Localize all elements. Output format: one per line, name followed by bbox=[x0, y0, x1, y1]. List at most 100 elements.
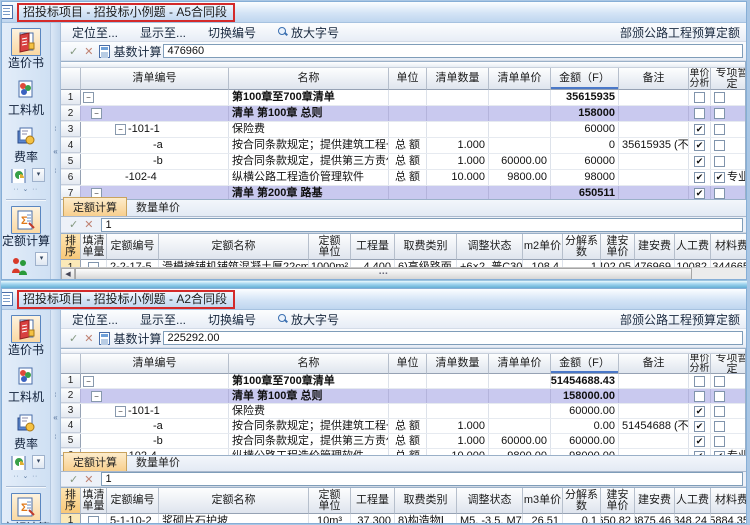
scroll-track[interactable]: ▪▪▪ bbox=[75, 268, 746, 279]
quota-column-header-8[interactable]: m3单价 bbox=[523, 488, 563, 514]
price-analysis-checkbox[interactable] bbox=[694, 390, 705, 402]
sidebar-item-quota-calc[interactable]: Σ 定额计算 bbox=[2, 206, 50, 248]
confirm-icon[interactable]: ✓ bbox=[61, 45, 82, 58]
base-calc-input[interactable]: 476960 bbox=[163, 44, 743, 58]
cancel-icon[interactable]: ✕ bbox=[82, 218, 99, 231]
sidebar-item-造价书[interactable]: 造价书 bbox=[8, 315, 44, 357]
column-header-code[interactable]: 清单编号 bbox=[81, 354, 229, 374]
price-analysis-checkbox[interactable]: ✔ bbox=[694, 405, 705, 417]
collapse-splitter[interactable]: ⁞ « ⁞ bbox=[51, 310, 61, 523]
column-header-analysis[interactable]: 单价 分析 bbox=[689, 354, 711, 374]
quota-column-header-8[interactable]: m2单价 bbox=[523, 234, 563, 260]
column-header-special[interactable]: 专项暂定 bbox=[711, 354, 745, 374]
tree-collapse-icon[interactable]: − bbox=[91, 108, 102, 119]
table-row[interactable]: 6 -102-4 纵横公路工程造价管理软件总 额10.0009800.0098000… bbox=[61, 170, 745, 186]
quota-column-header-7[interactable]: 调整状态 bbox=[457, 488, 523, 514]
show-to-button[interactable]: 显示至... bbox=[129, 24, 197, 41]
column-header-amount[interactable]: 金额（F） bbox=[551, 354, 619, 374]
column-header-unit[interactable]: 单位 bbox=[389, 68, 427, 90]
special-checkbox[interactable] bbox=[714, 420, 725, 432]
tree-collapse-icon[interactable]: − bbox=[91, 390, 102, 402]
tab-quota-calc[interactable]: 定额计算 bbox=[63, 197, 127, 216]
column-header-note[interactable]: 备注 bbox=[619, 68, 689, 90]
confirm-icon[interactable]: ✓ bbox=[61, 332, 82, 345]
scroll-more-icon[interactable]: ∙∙ ⌄ ∙∙ bbox=[14, 186, 39, 193]
column-header-qty[interactable]: 清单数量 bbox=[427, 68, 489, 90]
quota-column-header-1[interactable]: 填清 单量 bbox=[81, 234, 107, 260]
sidebar-item-造价书[interactable]: 造价书 bbox=[8, 28, 44, 70]
horizontal-scrollbar[interactable]: ◀ ▪▪▪ bbox=[61, 267, 746, 279]
switch-number-button[interactable]: 切换编号 bbox=[197, 24, 267, 41]
scroll-more-icon[interactable]: ∙∙ ⌄ ∙∙ bbox=[14, 473, 39, 480]
sidebar-item-people[interactable]: ▾ bbox=[4, 252, 48, 279]
sidebar-item-费率[interactable]: 费率 bbox=[11, 122, 41, 164]
sidebar-item-quota-calc[interactable]: Σ 定额计算 bbox=[2, 493, 50, 523]
sidebar-item-费率[interactable]: 费率 bbox=[11, 409, 41, 451]
special-checkbox[interactable] bbox=[714, 92, 725, 103]
fill-qty-checkbox[interactable] bbox=[88, 515, 99, 523]
locate-button[interactable]: 定位至... bbox=[61, 311, 129, 328]
special-checkbox[interactable] bbox=[714, 124, 725, 135]
tab-qty-price[interactable]: 数量单价 bbox=[127, 453, 189, 471]
quota-column-header-4[interactable]: 定额 单位 bbox=[309, 488, 351, 514]
table-row[interactable]: 3− -101-1 保险费 60000.00 ✔ bbox=[61, 404, 745, 419]
special-checkbox[interactable] bbox=[714, 188, 725, 199]
sidebar-item-工料机[interactable]: 工料机 bbox=[8, 362, 44, 404]
table-row[interactable]: 5-b按合同条款规定，提供第三方责任险总 额1.00060000.0060000… bbox=[61, 154, 745, 170]
price-analysis-checkbox[interactable]: ✔ bbox=[694, 188, 705, 199]
base-calc-input[interactable]: 225292.00 bbox=[163, 331, 743, 345]
locate-button[interactable]: 定位至... bbox=[61, 24, 129, 41]
dropdown-icon[interactable]: ▾ bbox=[35, 252, 48, 266]
price-analysis-checkbox[interactable]: ✔ bbox=[694, 124, 705, 135]
window-splitter[interactable] bbox=[1, 280, 747, 288]
quota-column-header-9[interactable]: 分解系数 bbox=[563, 234, 601, 260]
quota-column-header-4[interactable]: 定额 单位 bbox=[309, 234, 351, 260]
quota-column-header-6[interactable]: 取费类别 bbox=[395, 488, 457, 514]
column-header-analysis[interactable]: 单价 分析 bbox=[689, 68, 711, 90]
scroll-thumb[interactable]: ▪▪▪ bbox=[75, 268, 693, 279]
confirm-icon[interactable]: ✓ bbox=[61, 473, 82, 486]
quota-column-header-12[interactable]: 人工费 bbox=[675, 488, 711, 514]
column-header-note[interactable]: 备注 bbox=[619, 354, 689, 374]
table-row[interactable]: 2− 清单 第100章 总则 158000.00 bbox=[61, 389, 745, 404]
scroll-left-icon[interactable]: ◀ bbox=[61, 268, 75, 279]
column-header-name[interactable]: 名称 bbox=[229, 354, 389, 374]
price-analysis-checkbox[interactable] bbox=[694, 108, 705, 119]
zoom-font-button[interactable]: 放大字号 bbox=[267, 24, 350, 41]
quota-row[interactable]: 1 5-1-10-2 浆砌片石护坡 10m³ 37.300 8)构造物Ⅰ M5, -3.5,… bbox=[61, 514, 746, 523]
column-header-qty[interactable]: 清单数量 bbox=[427, 354, 489, 374]
table-row[interactable]: 4 -a 按合同条款规定；提供建筑工程一切总 额1.000 035615935 (不含… bbox=[61, 138, 745, 154]
confirm-icon[interactable]: ✓ bbox=[61, 218, 82, 231]
tab-qty-price[interactable]: 数量单价 bbox=[127, 198, 189, 216]
detail-edit-input[interactable]: 1 bbox=[101, 217, 743, 232]
table-row[interactable]: 5-b按合同条款规定，提供第三方责任险总 额1.00060000.0060000… bbox=[61, 434, 745, 449]
titlebar-a5[interactable]: 招投标项目 - 招投标小例题 - A5合同段 bbox=[2, 2, 746, 23]
quota-row[interactable]: 1 2-2-17-5 滑模摊铺机铺筑混凝土厚22cm 1000m² 4.400 6)高级路… bbox=[61, 260, 746, 267]
tree-collapse-icon[interactable]: − bbox=[115, 124, 126, 135]
collapse-splitter[interactable]: ⁞ « ⁞ bbox=[51, 23, 61, 279]
tab-quota-calc[interactable]: 定额计算 bbox=[63, 452, 127, 471]
detail-edit-input[interactable]: 1 bbox=[101, 472, 743, 486]
special-checkbox[interactable] bbox=[714, 435, 725, 447]
special-checkbox[interactable] bbox=[714, 375, 725, 387]
quota-column-header-2[interactable]: 定额编号 bbox=[107, 488, 159, 514]
special-checkbox[interactable]: ✔ bbox=[714, 172, 725, 183]
zoom-font-button[interactable]: 放大字号 bbox=[267, 311, 350, 328]
price-analysis-checkbox[interactable] bbox=[694, 92, 705, 103]
special-checkbox[interactable] bbox=[714, 390, 725, 402]
quota-column-header-3[interactable]: 定额名称 bbox=[159, 488, 309, 514]
quota-column-header-12[interactable]: 人工费 bbox=[675, 234, 711, 260]
switch-number-button[interactable]: 切换编号 bbox=[197, 311, 267, 328]
column-header-special[interactable]: 专项暂定 bbox=[711, 68, 745, 90]
titlebar-a2[interactable]: 招投标项目 - 招投标小例题 - A2合同段 bbox=[2, 289, 746, 310]
table-row[interactable]: 2− 清单 第100章 总则 158000 bbox=[61, 106, 745, 122]
special-checkbox[interactable] bbox=[714, 405, 725, 417]
row-number-header[interactable] bbox=[61, 68, 81, 90]
column-header-unit[interactable]: 单位 bbox=[389, 354, 427, 374]
column-header-price[interactable]: 清单单价 bbox=[489, 68, 551, 90]
collapse-left-icon[interactable]: « bbox=[53, 413, 57, 422]
price-analysis-checkbox[interactable]: ✔ bbox=[694, 435, 705, 447]
table-row[interactable]: 4 -a 按合同条款规定；提供建筑工程一切总 额1.000 0.0051454688 … bbox=[61, 419, 745, 434]
cancel-icon[interactable]: ✕ bbox=[82, 332, 99, 345]
special-checkbox[interactable] bbox=[714, 108, 725, 119]
